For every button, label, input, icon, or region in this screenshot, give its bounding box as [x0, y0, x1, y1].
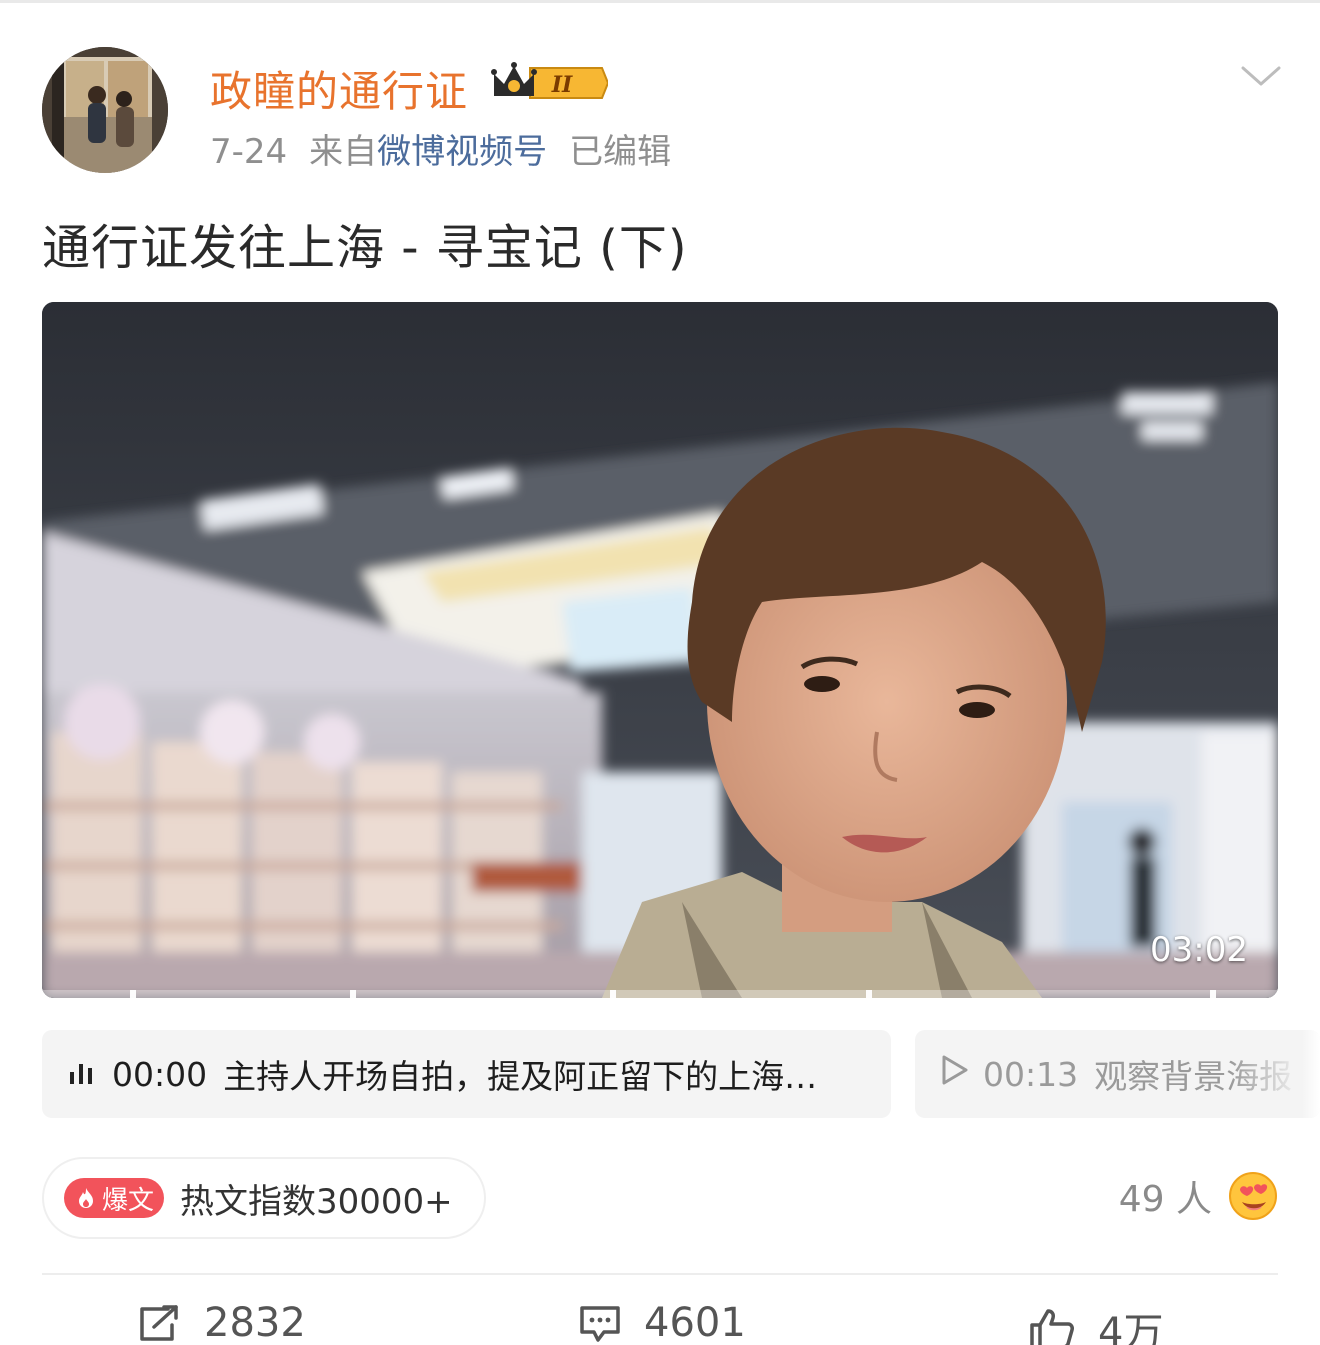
- comment-count: 4601: [644, 1300, 746, 1345]
- chapter-marker[interactable]: [1210, 990, 1216, 998]
- play-triangle-icon: [941, 1054, 969, 1094]
- video-duration: 03:02: [1150, 930, 1248, 970]
- chapter-item[interactable]: 00:00 主持人开场自拍，提及阿正留下的上海…: [42, 1030, 891, 1118]
- source-link[interactable]: 微博视频号: [377, 132, 547, 172]
- chapter-marker[interactable]: [130, 990, 136, 998]
- chevron-down-icon[interactable]: [1240, 58, 1282, 94]
- hot-index-text: 热文指数30000+: [180, 1181, 453, 1222]
- heart-eyes-emoji-icon: [1229, 1172, 1277, 1220]
- username[interactable]: 政瞳的通行证: [210, 58, 468, 119]
- chapter-marker[interactable]: [610, 990, 616, 998]
- chapter-time: 00:00: [112, 1054, 208, 1094]
- chapter-title: 观察背景海报: [1094, 1057, 1293, 1096]
- hot-tag: 爆文: [64, 1178, 165, 1218]
- audio-bars-icon: [68, 1055, 98, 1094]
- video-progress-track[interactable]: [42, 990, 1278, 998]
- reactions-count: 49 人: [1118, 1179, 1212, 1220]
- chapter-marker[interactable]: [866, 990, 872, 998]
- fire-icon: [79, 1188, 93, 1208]
- chapter-item[interactable]: 00:13 观察背景海报: [915, 1030, 1320, 1118]
- comment-button[interactable]: 4601: [578, 1300, 746, 1345]
- action-divider: [42, 1273, 1278, 1275]
- video-player[interactable]: 03:02: [42, 302, 1278, 998]
- chapter-time: 00:13: [983, 1054, 1079, 1094]
- repost-count: 2832: [204, 1300, 306, 1345]
- source-prefix: 来自: [309, 132, 378, 172]
- hot-tag-label: 爆文: [102, 1185, 155, 1216]
- post-meta: 7-24 来自微博视频号 已编辑: [210, 124, 693, 173]
- avatar[interactable]: [42, 47, 168, 173]
- like-button[interactable]: 4万: [1028, 1300, 1163, 1345]
- vip-crown-badge-icon[interactable]: II: [490, 60, 610, 106]
- video-thumbnail: [42, 302, 1278, 998]
- repost-button[interactable]: 2832: [138, 1300, 306, 1345]
- post-text: 通行证发往上海 - 寻宝记 (下): [42, 220, 688, 276]
- chapter-title: 主持人开场自拍，提及阿正留下的上海…: [223, 1057, 818, 1096]
- edited-label[interactable]: 已编辑: [569, 132, 671, 172]
- chapter-marker[interactable]: [350, 990, 356, 998]
- repost-icon: [140, 1305, 178, 1341]
- post-date: 7-24: [210, 132, 288, 172]
- thumbs-up-icon: [1030, 1309, 1074, 1345]
- reactions-summary[interactable]: 49 人: [1119, 1170, 1278, 1222]
- comment-icon: [580, 1306, 620, 1342]
- top-divider: [0, 0, 1320, 3]
- like-count: 4万: [1098, 1310, 1164, 1345]
- hot-index-pill[interactable]: 爆文 热文指数30000+: [42, 1157, 486, 1239]
- svg-text:II: II: [551, 72, 573, 98]
